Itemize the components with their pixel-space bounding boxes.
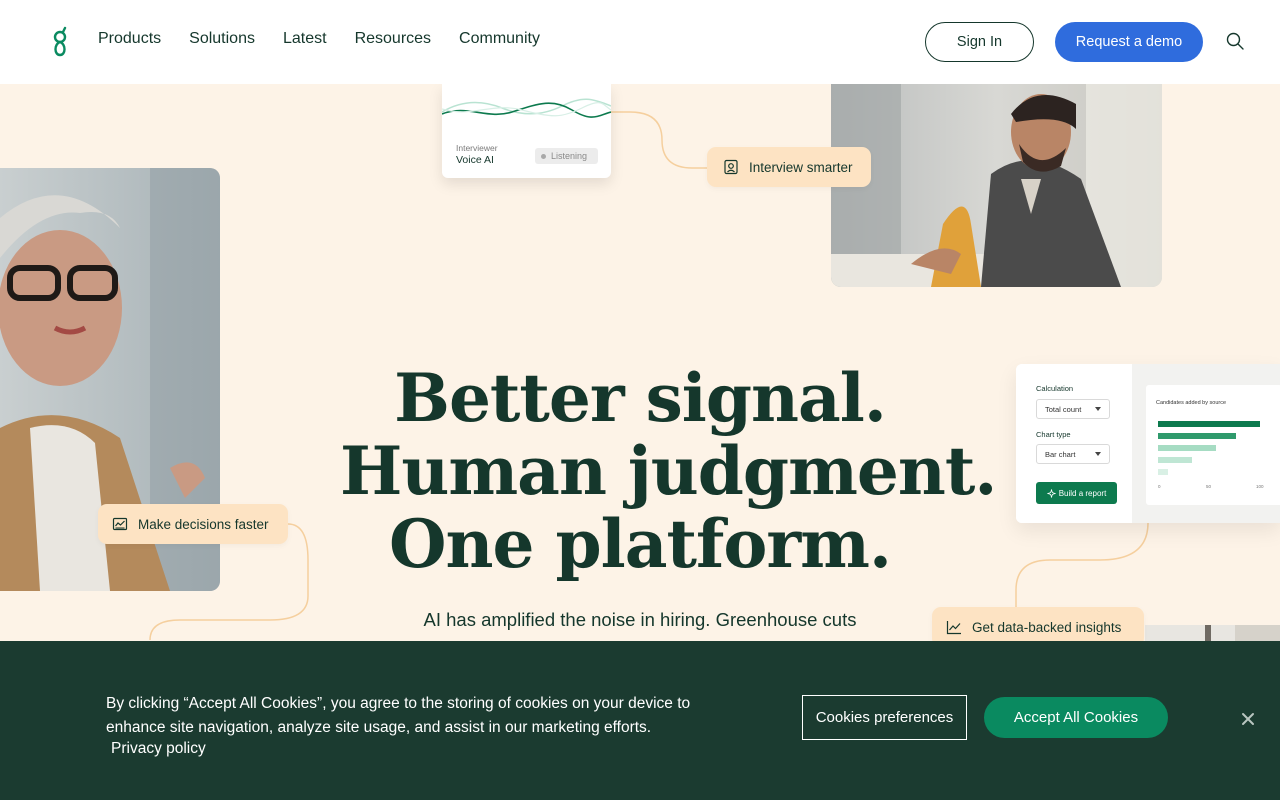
- build-report-label: Build a report: [1058, 488, 1107, 498]
- calculation-label: Calculation: [1036, 384, 1074, 393]
- audio-waveform-icon: [442, 98, 611, 118]
- nav-resources[interactable]: Resources: [355, 30, 431, 48]
- report-chart: Candidates added by source 0 50 100: [1146, 385, 1280, 505]
- man-photo-image: [831, 84, 1162, 287]
- voice-card-title: Voice AI: [456, 154, 494, 166]
- make-decisions-label: Make decisions faster: [138, 516, 269, 532]
- chart-type-value: Bar chart: [1045, 449, 1076, 459]
- chart-type-label: Chart type: [1036, 430, 1071, 439]
- request-demo-button[interactable]: Request a demo: [1055, 22, 1203, 62]
- sign-in-button[interactable]: Sign In: [925, 22, 1034, 62]
- chevron-down-icon: [1095, 452, 1101, 456]
- voice-ai-card: Interviewer Voice AI Listening: [442, 84, 611, 178]
- chart-tick: 100: [1256, 484, 1264, 489]
- nav-products[interactable]: Products: [98, 30, 161, 48]
- sparkle-icon: [1046, 488, 1056, 498]
- interview-smarter-label: Interview smarter: [749, 159, 853, 175]
- chevron-down-icon: [1095, 407, 1101, 411]
- chart-bar: [1158, 421, 1260, 427]
- chart-bar: [1158, 469, 1168, 475]
- calculation-select[interactable]: Total count: [1036, 399, 1110, 419]
- cookie-consent-banner: By clicking “Accept All Cookies”, you ag…: [0, 641, 1280, 800]
- cookie-message: By clicking “Accept All Cookies”, you ag…: [106, 695, 691, 736]
- voice-card-subtitle: Interviewer: [456, 143, 498, 153]
- cookie-preferences-button[interactable]: Cookies preferences: [802, 695, 967, 740]
- scorecard-icon: [112, 517, 128, 531]
- make-decisions-pill: Make decisions faster: [98, 504, 288, 544]
- interview-photo-man: [831, 84, 1162, 287]
- hero-line-3: One platform.: [389, 505, 892, 583]
- interview-smarter-pill: Interview smarter: [707, 147, 871, 187]
- greenhouse-logo-icon[interactable]: [50, 26, 70, 58]
- chart-bar: [1158, 445, 1216, 451]
- listening-badge: Listening: [535, 148, 598, 164]
- top-navigation: Products Solutions Latest Resources Comm…: [0, 0, 1280, 84]
- report-preview-panel: Candidates added by source 0 50 100: [1132, 364, 1280, 523]
- hero-line-2: Human judgment.: [340, 432, 997, 510]
- chart-tick: 0: [1158, 484, 1161, 489]
- chart-bar: [1158, 457, 1192, 463]
- accept-all-cookies-button[interactable]: Accept All Cookies: [984, 697, 1168, 738]
- build-report-button[interactable]: Build a report: [1036, 482, 1117, 504]
- hero-line-1: Better signal.: [394, 359, 887, 437]
- data-insights-label: Get data-backed insights: [972, 619, 1122, 635]
- privacy-policy-link[interactable]: Privacy policy: [111, 740, 206, 758]
- interviewer-icon: [724, 159, 738, 175]
- main-menu: Products Solutions Latest Resources Comm…: [98, 30, 540, 48]
- chart-type-select[interactable]: Bar chart: [1036, 444, 1110, 464]
- hero-headline: Better signal. Human judgment. One platf…: [340, 359, 997, 583]
- calculation-value: Total count: [1045, 404, 1082, 414]
- nav-latest[interactable]: Latest: [283, 30, 327, 48]
- search-icon[interactable]: [1225, 31, 1245, 51]
- status-dot-icon: [541, 153, 546, 159]
- report-settings-panel: Calculation Total count Chart type Bar c…: [1016, 364, 1132, 523]
- trend-chart-icon: [946, 621, 961, 635]
- nav-community[interactable]: Community: [459, 30, 540, 48]
- hero-subheading: AI has amplified the noise in hiring. Gr…: [423, 609, 857, 630]
- listening-label: Listening: [551, 151, 588, 161]
- chart-tick: 50: [1206, 484, 1212, 489]
- report-builder-card: Calculation Total count Chart type Bar c…: [1016, 364, 1280, 523]
- nav-solutions[interactable]: Solutions: [189, 30, 255, 48]
- close-icon[interactable]: [1239, 710, 1257, 728]
- bar-chart: 0 50 100: [1158, 421, 1264, 489]
- chart-bar: [1158, 433, 1236, 439]
